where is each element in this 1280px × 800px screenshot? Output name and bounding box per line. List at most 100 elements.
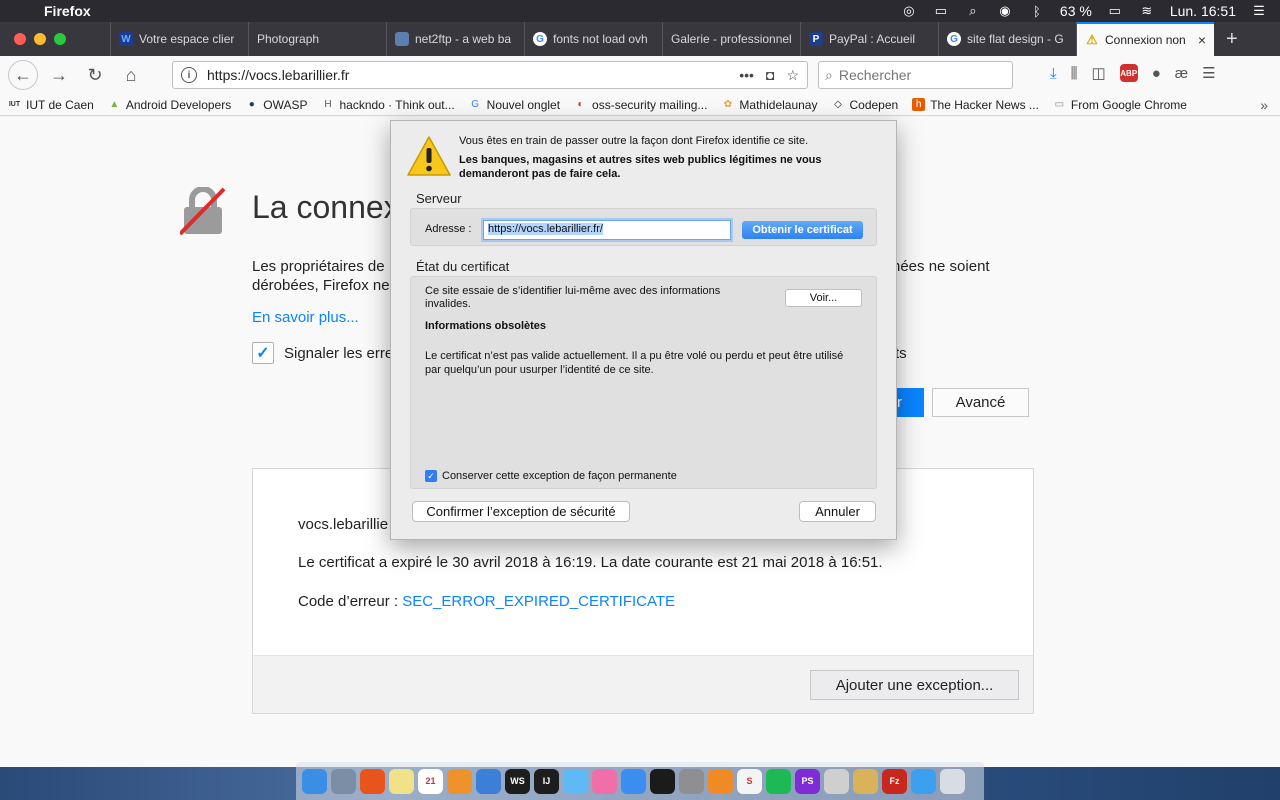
forward-button[interactable]: → xyxy=(44,60,74,90)
url-text[interactable]: https://vocs.lebarillier.fr xyxy=(207,67,349,83)
bookmark-7[interactable]: ◇ Codepen xyxy=(831,98,898,112)
close-tab-icon[interactable]: × xyxy=(1198,32,1206,48)
downloads-icon[interactable]: ⤓ xyxy=(1050,65,1057,82)
address-input[interactable]: https://vocs.lebarillier.fr/ xyxy=(483,220,731,240)
bookmark-9[interactable]: ▭ From Google Chrome xyxy=(1053,98,1187,112)
scrivener-app-icon[interactable]: S xyxy=(737,768,762,794)
notes-app-icon[interactable] xyxy=(389,768,414,794)
trash-app-icon[interactable] xyxy=(940,768,965,794)
view-certificate-button[interactable]: Voir... xyxy=(785,289,862,307)
bookmark-3[interactable]: Hhackndo · Think out... xyxy=(321,98,454,112)
search-bar[interactable]: ⌕ Rechercher xyxy=(818,61,1013,89)
airplay-icon[interactable]: ▭ xyxy=(932,3,950,18)
appstore-app-icon[interactable] xyxy=(621,768,646,794)
notification-center-icon[interactable]: ☰ xyxy=(1250,3,1268,18)
tab-3[interactable]: Gfonts not load ovh xyxy=(524,22,662,56)
adblock-icon[interactable]: ABP xyxy=(1119,64,1138,82)
cookie-icon[interactable]: ● xyxy=(1152,65,1161,82)
spotify-app-icon[interactable] xyxy=(766,768,791,794)
battery-percent[interactable]: 63 % xyxy=(1060,3,1092,19)
bookmark-label: OWASP xyxy=(263,97,308,112)
search-icon[interactable]: ⌕ xyxy=(964,3,982,18)
tab-title: net2ftp - a web ba xyxy=(415,32,512,46)
bookmark-0[interactable]: IUT IUT de Caen xyxy=(8,98,94,112)
get-certificate-button[interactable]: Obtenir le certificat xyxy=(742,221,863,239)
phpstorm-app-icon[interactable]: PS xyxy=(795,768,820,794)
filezilla-app-icon[interactable]: Fz xyxy=(882,768,907,794)
bluetooth-icon[interactable]: ᛒ xyxy=(1028,4,1046,19)
preferences-app-icon[interactable] xyxy=(679,768,704,794)
bookmark-4[interactable]: G Nouvel onglet xyxy=(469,98,560,112)
siri-icon[interactable]: ◉ xyxy=(996,3,1014,18)
broken-lock-icon xyxy=(180,187,226,235)
database-app-icon[interactable] xyxy=(853,768,878,794)
battery-icon[interactable]: ▭ xyxy=(1106,3,1124,18)
pocket-icon[interactable]: ◘ xyxy=(766,67,774,83)
safari-app-icon[interactable] xyxy=(911,768,936,794)
tab-1[interactable]: Photograph xyxy=(248,22,386,56)
page-actions-icon[interactable]: ••• xyxy=(739,67,754,83)
close-window-button[interactable] xyxy=(14,33,26,45)
tab-0[interactable]: W Votre espace clier xyxy=(110,22,248,56)
url-actions: ••• ◘ ☆ xyxy=(739,67,799,84)
new-tab-button[interactable]: + xyxy=(1214,28,1250,51)
clock[interactable]: Lun. 16:51 xyxy=(1170,3,1236,19)
warning-icon xyxy=(407,136,451,176)
zoom-window-button[interactable] xyxy=(54,33,66,45)
xcode-app-icon[interactable] xyxy=(476,768,501,794)
bookmark-label: Codepen xyxy=(849,97,899,112)
minimize-window-button[interactable] xyxy=(34,33,46,45)
home-button[interactable]: ⌂ xyxy=(116,60,146,90)
tab-5[interactable]: P PayPal : Accueil xyxy=(800,22,938,56)
bookmark-2[interactable]: ● OWASP xyxy=(245,97,308,112)
firefox-app-icon[interactable] xyxy=(360,768,385,794)
site-info-icon[interactable]: i xyxy=(181,67,197,83)
library-icon[interactable]: ⫼ xyxy=(1071,65,1078,82)
confirm-exception-button[interactable]: Confirmer l’exception de sécurité xyxy=(412,501,630,522)
finder-app-icon[interactable] xyxy=(302,768,327,794)
sublime-app-icon[interactable] xyxy=(708,768,733,794)
tab-2[interactable]: net2ftp - a web ba xyxy=(386,22,524,56)
calendar-app-icon[interactable]: 21 xyxy=(418,768,443,794)
tabs-list: W Votre espace clier Photograph net2ftp - a… xyxy=(110,22,1214,56)
learn-more-link[interactable]: En savoir plus... xyxy=(252,309,359,326)
bookmark-label: Mathidelaunay xyxy=(739,97,818,112)
tab-4[interactable]: Galerie - professionnel xyxy=(662,22,800,56)
bookmark-star-icon[interactable]: ☆ xyxy=(786,67,799,84)
bookmarks-bar: IUT IUT de Caen ▲ Android Developers ● OWASP H… xyxy=(0,94,1280,116)
menu-icon[interactable]: ☰ xyxy=(1202,64,1215,82)
itunes-app-icon[interactable] xyxy=(592,768,617,794)
bookmark-1[interactable]: ▲ Android Developers xyxy=(108,98,231,112)
sidebar-icon[interactable]: ◫ xyxy=(1092,64,1106,82)
creative-cloud-icon[interactable]: ◎ xyxy=(900,3,918,18)
bookmarks-overflow-icon[interactable]: » xyxy=(1260,97,1268,113)
add-exception-button[interactable]: Ajouter une exception... xyxy=(810,670,1019,700)
bookmark-6[interactable]: ✿ Mathidelaunay xyxy=(721,97,818,112)
ae-extension-icon[interactable]: æ xyxy=(1175,65,1188,82)
error-code-link[interactable]: SEC_ERROR_EXPIRED_CERTIFICATE xyxy=(402,593,675,610)
preview-app-icon[interactable] xyxy=(331,768,356,794)
sequel-app-icon[interactable] xyxy=(824,768,849,794)
terminal-app-icon[interactable] xyxy=(650,768,675,794)
back-button[interactable]: ← xyxy=(8,60,38,90)
ibooks-app-icon[interactable] xyxy=(447,768,472,794)
tab-6[interactable]: Gsite flat design - G xyxy=(938,22,1076,56)
app-menu-name[interactable]: Firefox xyxy=(44,3,91,19)
paypal-icon: P xyxy=(809,32,823,46)
report-errors-row: ✓ Signaler les erre xyxy=(252,342,393,364)
reload-button[interactable]: ↻ xyxy=(80,60,110,90)
bookmark-8[interactable]: h The Hacker News ... xyxy=(912,98,1039,112)
bookmark-5[interactable]: ◐ oss-security mailing... xyxy=(574,98,708,112)
wifi-icon[interactable]: ≋ xyxy=(1138,3,1156,18)
advanced-button[interactable]: Avancé xyxy=(932,388,1029,417)
google-icon: G xyxy=(947,32,961,46)
cancel-button[interactable]: Annuler xyxy=(799,501,876,522)
report-errors-checkbox[interactable]: ✓ xyxy=(252,342,274,364)
messages-app-icon[interactable] xyxy=(563,768,588,794)
tab-7[interactable]: ⚠ Connexion non × xyxy=(1076,22,1214,56)
permanent-exception-checkbox[interactable]: ✓ xyxy=(425,470,437,482)
intellij-app-icon[interactable]: IJ xyxy=(534,768,559,794)
url-bar[interactable]: i https://vocs.lebarillier.fr ••• ◘ ☆ xyxy=(172,61,808,89)
google-icon: G xyxy=(533,32,547,46)
webstorm-app-icon[interactable]: WS xyxy=(505,768,530,794)
